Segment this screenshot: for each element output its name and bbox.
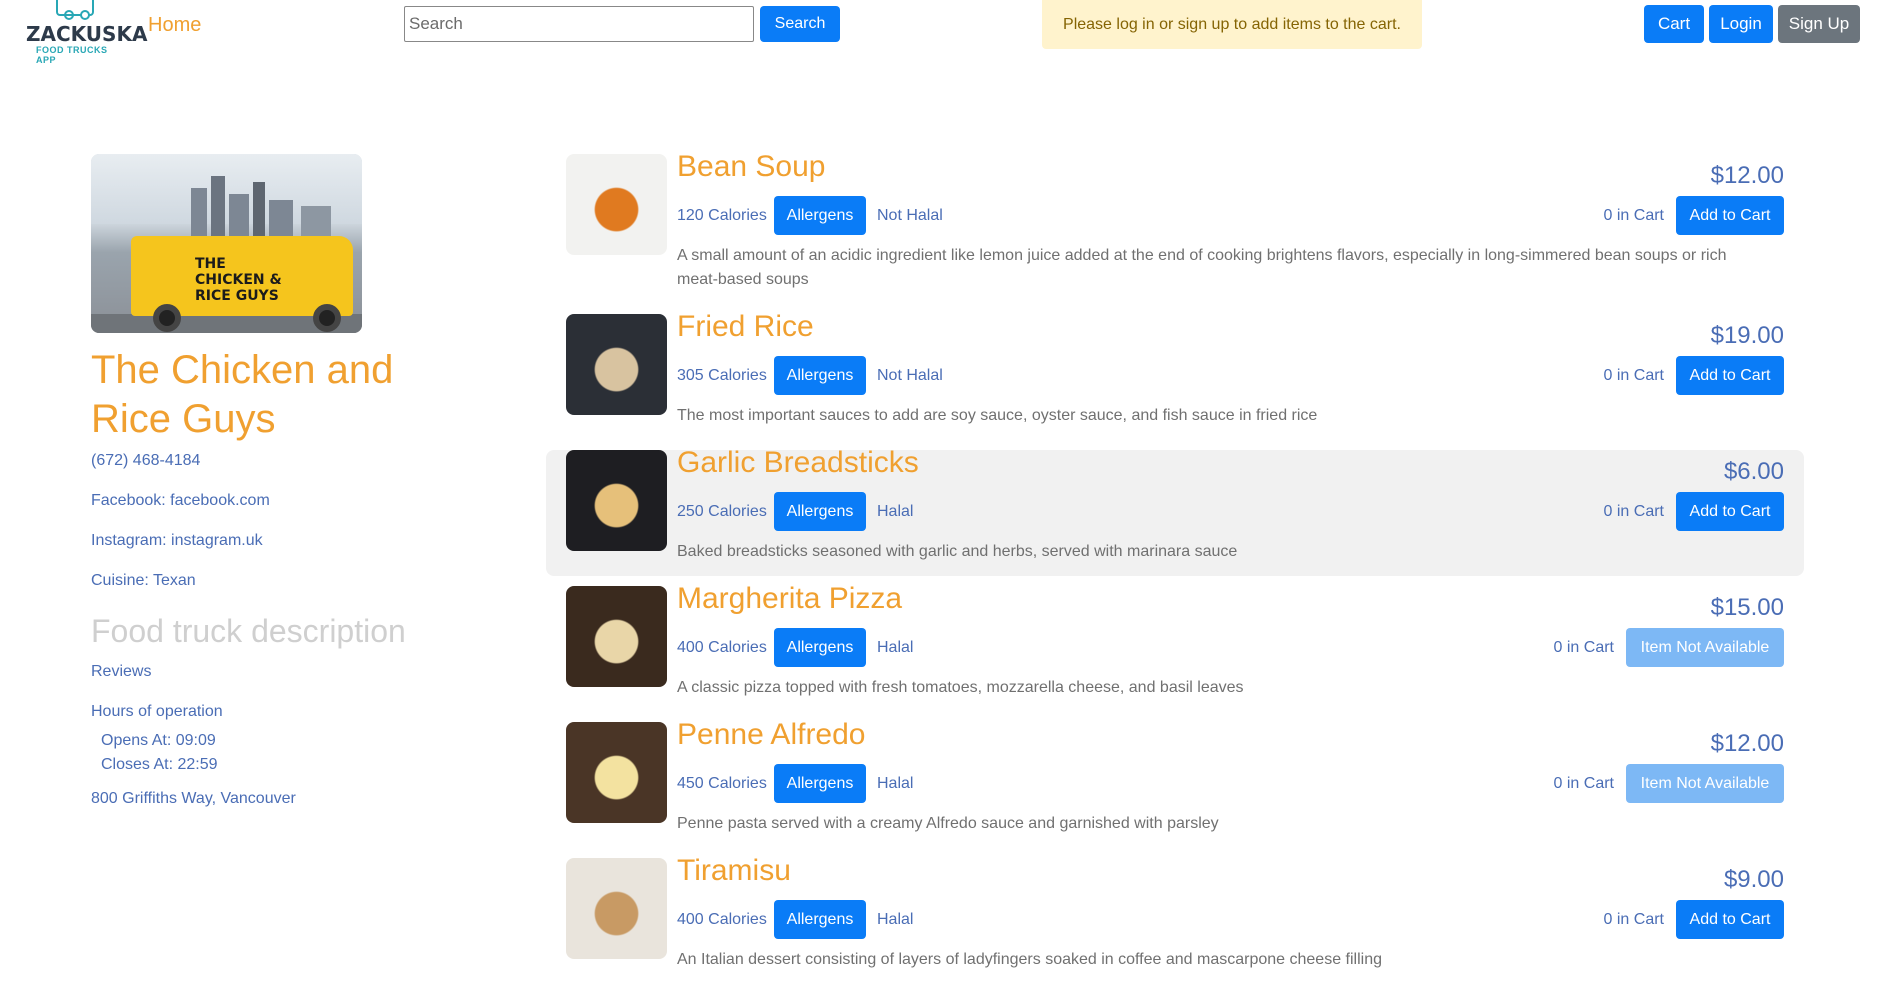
menu-item-photo [566, 154, 667, 255]
menu-item: Penne Alfredo 450 Calories Allergens Hal… [546, 718, 1804, 848]
truck-photo: THE CHICKEN & RICE GUYS [91, 154, 362, 333]
menu-item-calories: 250 Calories [677, 503, 767, 520]
menu-item-price: $15.00 [1710, 594, 1784, 621]
menu-item-description: An Italian dessert consisting of layers … [677, 951, 1382, 968]
truck-cuisine: Cuisine: Texan [91, 572, 196, 589]
logo-brand: ZACKUSKA [26, 22, 148, 46]
menu-item-name[interactable]: Bean Soup [677, 150, 825, 184]
menu-item-in-cart: 0 in Cart [1603, 911, 1664, 928]
home-link[interactable]: Home [148, 14, 201, 37]
login-button[interactable]: Login [1709, 5, 1773, 43]
search-input[interactable] [404, 6, 754, 42]
menu-item-calories: 120 Calories [677, 207, 767, 224]
add-to-cart-button[interactable]: Add to Cart [1676, 492, 1784, 531]
menu-item-name[interactable]: Tiramisu [677, 854, 791, 888]
allergens-button[interactable]: Allergens [774, 356, 866, 395]
allergens-button[interactable]: Allergens [774, 900, 866, 939]
login-alert: Please log in or sign up to add items to… [1042, 0, 1422, 49]
menu-item-in-cart: 0 in Cart [1553, 639, 1614, 656]
allergens-button[interactable]: Allergens [774, 492, 866, 531]
menu-item-calories: 400 Calories [677, 911, 767, 928]
truck-address: 800 Griffiths Way, Vancouver [91, 790, 296, 807]
allergens-button[interactable]: Allergens [774, 628, 866, 667]
menu-item: Garlic Breadsticks 250 Calories Allergen… [546, 446, 1804, 576]
menu-item: Fried Rice 305 Calories Allergens Not Ha… [546, 310, 1804, 440]
menu-item-name[interactable]: Penne Alfredo [677, 718, 865, 752]
opens-at: Opens At: 09:09 [101, 732, 216, 749]
truck-phone[interactable]: (672) 468-4184 [91, 452, 200, 470]
add-to-cart-button[interactable]: Add to Cart [1676, 356, 1784, 395]
add-to-cart-button[interactable]: Add to Cart [1676, 196, 1784, 235]
search-button[interactable]: Search [760, 6, 840, 42]
menu-item-halal: Halal [877, 639, 914, 656]
menu-item-calories: 450 Calories [677, 775, 767, 792]
cart-button[interactable]: Cart [1644, 5, 1704, 43]
menu-item-price: $12.00 [1710, 162, 1784, 189]
menu-item: Bean Soup 120 Calories Allergens Not Hal… [546, 150, 1804, 288]
signup-button[interactable]: Sign Up [1778, 5, 1860, 43]
item-not-available-button[interactable]: Item Not Available [1626, 764, 1784, 803]
add-to-cart-button[interactable]: Add to Cart [1676, 900, 1784, 939]
menu-item-in-cart: 0 in Cart [1603, 367, 1664, 384]
truck-facebook[interactable]: Facebook: facebook.com [91, 492, 270, 510]
menu-item-halal: Not Halal [877, 367, 943, 384]
menu-item: Tiramisu 400 Calories Allergens Halal An… [546, 854, 1804, 984]
menu-item-description: Penne pasta served with a creamy Alfredo… [677, 815, 1219, 832]
reviews-link[interactable]: Reviews [91, 663, 151, 681]
menu-item-photo [566, 450, 667, 551]
menu-item-halal: Halal [877, 775, 914, 792]
menu-item-photo [566, 722, 667, 823]
allergens-button[interactable]: Allergens [774, 764, 866, 803]
menu-item-photo [566, 314, 667, 415]
menu-item-price: $6.00 [1723, 458, 1784, 485]
truck-instagram[interactable]: Instagram: instagram.uk [91, 532, 263, 550]
description-title: Food truck description [91, 613, 406, 649]
hours-title: Hours of operation [91, 703, 223, 720]
truck-name: The Chicken and Rice Guys [91, 348, 394, 441]
menu-item-name[interactable]: Margherita Pizza [677, 582, 902, 616]
menu-item-price: $19.00 [1710, 322, 1784, 349]
menu-item-description: A small amount of an acidic ingredient l… [677, 247, 1727, 288]
app-logo[interactable]: ZACKUSKA FOOD TRUCKS APP [26, 0, 147, 65]
menu-item-in-cart: 0 in Cart [1603, 503, 1664, 520]
food-truck-icon [56, 0, 94, 20]
closes-at: Closes At: 22:59 [101, 756, 218, 773]
menu-item-description: Baked breadsticks seasoned with garlic a… [677, 543, 1238, 560]
menu-item-photo [566, 858, 667, 959]
menu-item-calories: 305 Calories [677, 367, 767, 384]
menu-item-description: A classic pizza topped with fresh tomato… [677, 679, 1244, 696]
menu-item-name[interactable]: Fried Rice [677, 310, 814, 344]
menu-item-halal: Halal [877, 503, 914, 520]
item-not-available-button[interactable]: Item Not Available [1626, 628, 1784, 667]
menu-item: Margherita Pizza 400 Calories Allergens … [546, 582, 1804, 712]
allergens-button[interactable]: Allergens [774, 196, 866, 235]
menu-item-photo [566, 586, 667, 687]
van-lettering: THE CHICKEN & RICE GUYS [195, 256, 282, 304]
menu-item-halal: Halal [877, 911, 914, 928]
menu-item-halal: Not Halal [877, 207, 943, 224]
menu-item-in-cart: 0 in Cart [1603, 207, 1664, 224]
logo-tagline: FOOD TRUCKS APP [36, 45, 108, 65]
menu-item-calories: 400 Calories [677, 639, 767, 656]
menu-item-name[interactable]: Garlic Breadsticks [677, 446, 919, 480]
menu-item-in-cart: 0 in Cart [1553, 775, 1614, 792]
menu-item-price: $12.00 [1710, 730, 1784, 757]
navbar: ZACKUSKA FOOD TRUCKS APP Home Search Ple… [0, 0, 1883, 65]
menu-item-description: The most important sauces to add are soy… [677, 407, 1318, 424]
menu-item-price: $9.00 [1723, 866, 1784, 893]
